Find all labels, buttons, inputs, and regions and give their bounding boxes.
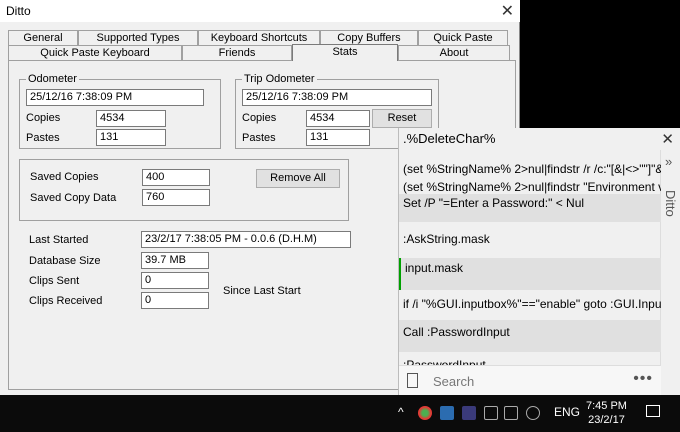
chevron-right-icon[interactable]: » bbox=[665, 154, 672, 169]
clip-list[interactable]: (set %StringName% 2>nul|findstr /r /c:"[… bbox=[399, 150, 661, 365]
list-item[interactable]: :PasswordInput bbox=[399, 354, 661, 365]
close-icon[interactable]: ✕ bbox=[501, 1, 514, 21]
trip-pastes-field[interactable]: 131 bbox=[306, 129, 370, 146]
tab-keyboard-shortcuts[interactable]: Keyboard Shortcuts bbox=[198, 30, 320, 45]
list-item[interactable]: (set %StringName% 2>nul|findstr /r /c:"[… bbox=[399, 162, 661, 176]
popup-side-bar: » Ditto bbox=[660, 150, 680, 395]
saved-group: Saved Copies 400 Saved Copy Data 760 Rem… bbox=[19, 159, 349, 221]
tab-stats[interactable]: Stats bbox=[292, 44, 398, 61]
odometer-pastes-label: Pastes bbox=[26, 132, 60, 144]
ditto-clip-popup: .%DeleteChar% ✕ » Ditto (set %StringName… bbox=[398, 128, 680, 395]
search-input[interactable]: Search bbox=[433, 374, 474, 389]
popup-search-bar[interactable]: Search ••• bbox=[399, 365, 661, 395]
title-bar: Ditto ✕ bbox=[0, 0, 520, 22]
saved-copies-field[interactable]: 400 bbox=[142, 169, 210, 186]
remove-all-button[interactable]: Remove All bbox=[256, 169, 340, 188]
tab-general[interactable]: General bbox=[8, 30, 78, 45]
notification-icon[interactable] bbox=[646, 405, 660, 417]
odometer-group: Odometer 25/12/16 7:38:09 PM Copies 4534… bbox=[19, 73, 221, 149]
ditto-tray-icon[interactable] bbox=[462, 406, 476, 420]
reset-button[interactable]: Reset bbox=[372, 109, 432, 128]
clock[interactable]: 7:45 PM 23/2/17 bbox=[586, 399, 627, 427]
clock-date: 23/2/17 bbox=[588, 414, 625, 426]
language-indicator[interactable]: ENG bbox=[554, 405, 580, 419]
tray-chevron-icon[interactable]: ^ bbox=[398, 405, 404, 419]
odometer-copies-label: Copies bbox=[26, 112, 61, 124]
clips-sent-label: Clips Sent bbox=[29, 275, 80, 287]
database-size-label: Database Size bbox=[29, 255, 101, 267]
clock-time: 7:45 PM bbox=[586, 400, 627, 412]
trip-copies-label: Copies bbox=[242, 112, 277, 124]
last-started-label: Last Started bbox=[29, 234, 89, 246]
saved-data-field[interactable]: 760 bbox=[142, 189, 210, 206]
list-item[interactable]: Call :PasswordInput bbox=[399, 320, 661, 352]
tab-copy-buffers[interactable]: Copy Buffers bbox=[320, 30, 418, 45]
chrome-icon[interactable] bbox=[418, 406, 432, 420]
since-last-start-label: Since Last Start bbox=[223, 285, 301, 297]
more-options-icon[interactable]: ••• bbox=[633, 370, 653, 388]
clips-received-label: Clips Received bbox=[29, 295, 103, 307]
last-started-field[interactable]: 23/2/17 7:38:05 PM - 0.0.6 (D.H.M) bbox=[141, 231, 351, 248]
clips-sent-field[interactable]: 0 bbox=[141, 272, 209, 289]
popup-title: .%DeleteChar% bbox=[403, 131, 496, 146]
list-item[interactable]: if /i "%GUI.inputbox%"=="enable" goto :G… bbox=[399, 290, 661, 320]
odometer-legend: Odometer bbox=[26, 73, 79, 85]
trip-odometer-legend: Trip Odometer bbox=[242, 73, 317, 85]
popup-side-label: Ditto bbox=[663, 190, 678, 217]
list-item[interactable]: Set /P "=Enter a Password:" < Nul bbox=[399, 194, 661, 222]
tab-about[interactable]: About bbox=[398, 45, 510, 60]
list-item[interactable]: :AskString.mask bbox=[399, 226, 661, 252]
keyboard-icon[interactable] bbox=[504, 406, 518, 420]
window-title: Ditto bbox=[6, 4, 31, 18]
vs-code-icon[interactable] bbox=[440, 406, 454, 420]
database-size-field[interactable]: 39.7 MB bbox=[141, 252, 209, 269]
saved-copies-label: Saved Copies bbox=[30, 171, 99, 183]
network-icon[interactable] bbox=[484, 406, 498, 420]
list-item[interactable]: input.mask bbox=[399, 258, 661, 290]
trip-copies-field[interactable]: 4534 bbox=[306, 110, 370, 127]
odometer-date-field[interactable]: 25/12/16 7:38:09 PM bbox=[26, 89, 204, 106]
trip-date-field[interactable]: 25/12/16 7:38:09 PM bbox=[242, 89, 432, 106]
saved-data-label: Saved Copy Data bbox=[30, 192, 117, 204]
tab-friends[interactable]: Friends bbox=[182, 45, 292, 60]
list-item[interactable]: (set %StringName% 2>nul|findstr "Environ… bbox=[399, 180, 661, 194]
taskbar: ^ ENG 7:45 PM 23/2/17 bbox=[0, 395, 680, 432]
tab-quick-paste-keyboard[interactable]: Quick Paste Keyboard bbox=[8, 45, 182, 60]
tab-quick-paste[interactable]: Quick Paste bbox=[418, 30, 508, 45]
popup-close-icon[interactable]: ✕ bbox=[661, 130, 674, 148]
odometer-copies-field[interactable]: 4534 bbox=[96, 110, 166, 127]
volume-icon[interactable] bbox=[526, 406, 540, 420]
tab-supported-types[interactable]: Supported Types bbox=[78, 30, 198, 45]
trip-pastes-label: Pastes bbox=[242, 132, 276, 144]
document-icon[interactable] bbox=[407, 373, 418, 388]
odometer-pastes-field[interactable]: 131 bbox=[96, 129, 166, 146]
clips-received-field[interactable]: 0 bbox=[141, 292, 209, 309]
